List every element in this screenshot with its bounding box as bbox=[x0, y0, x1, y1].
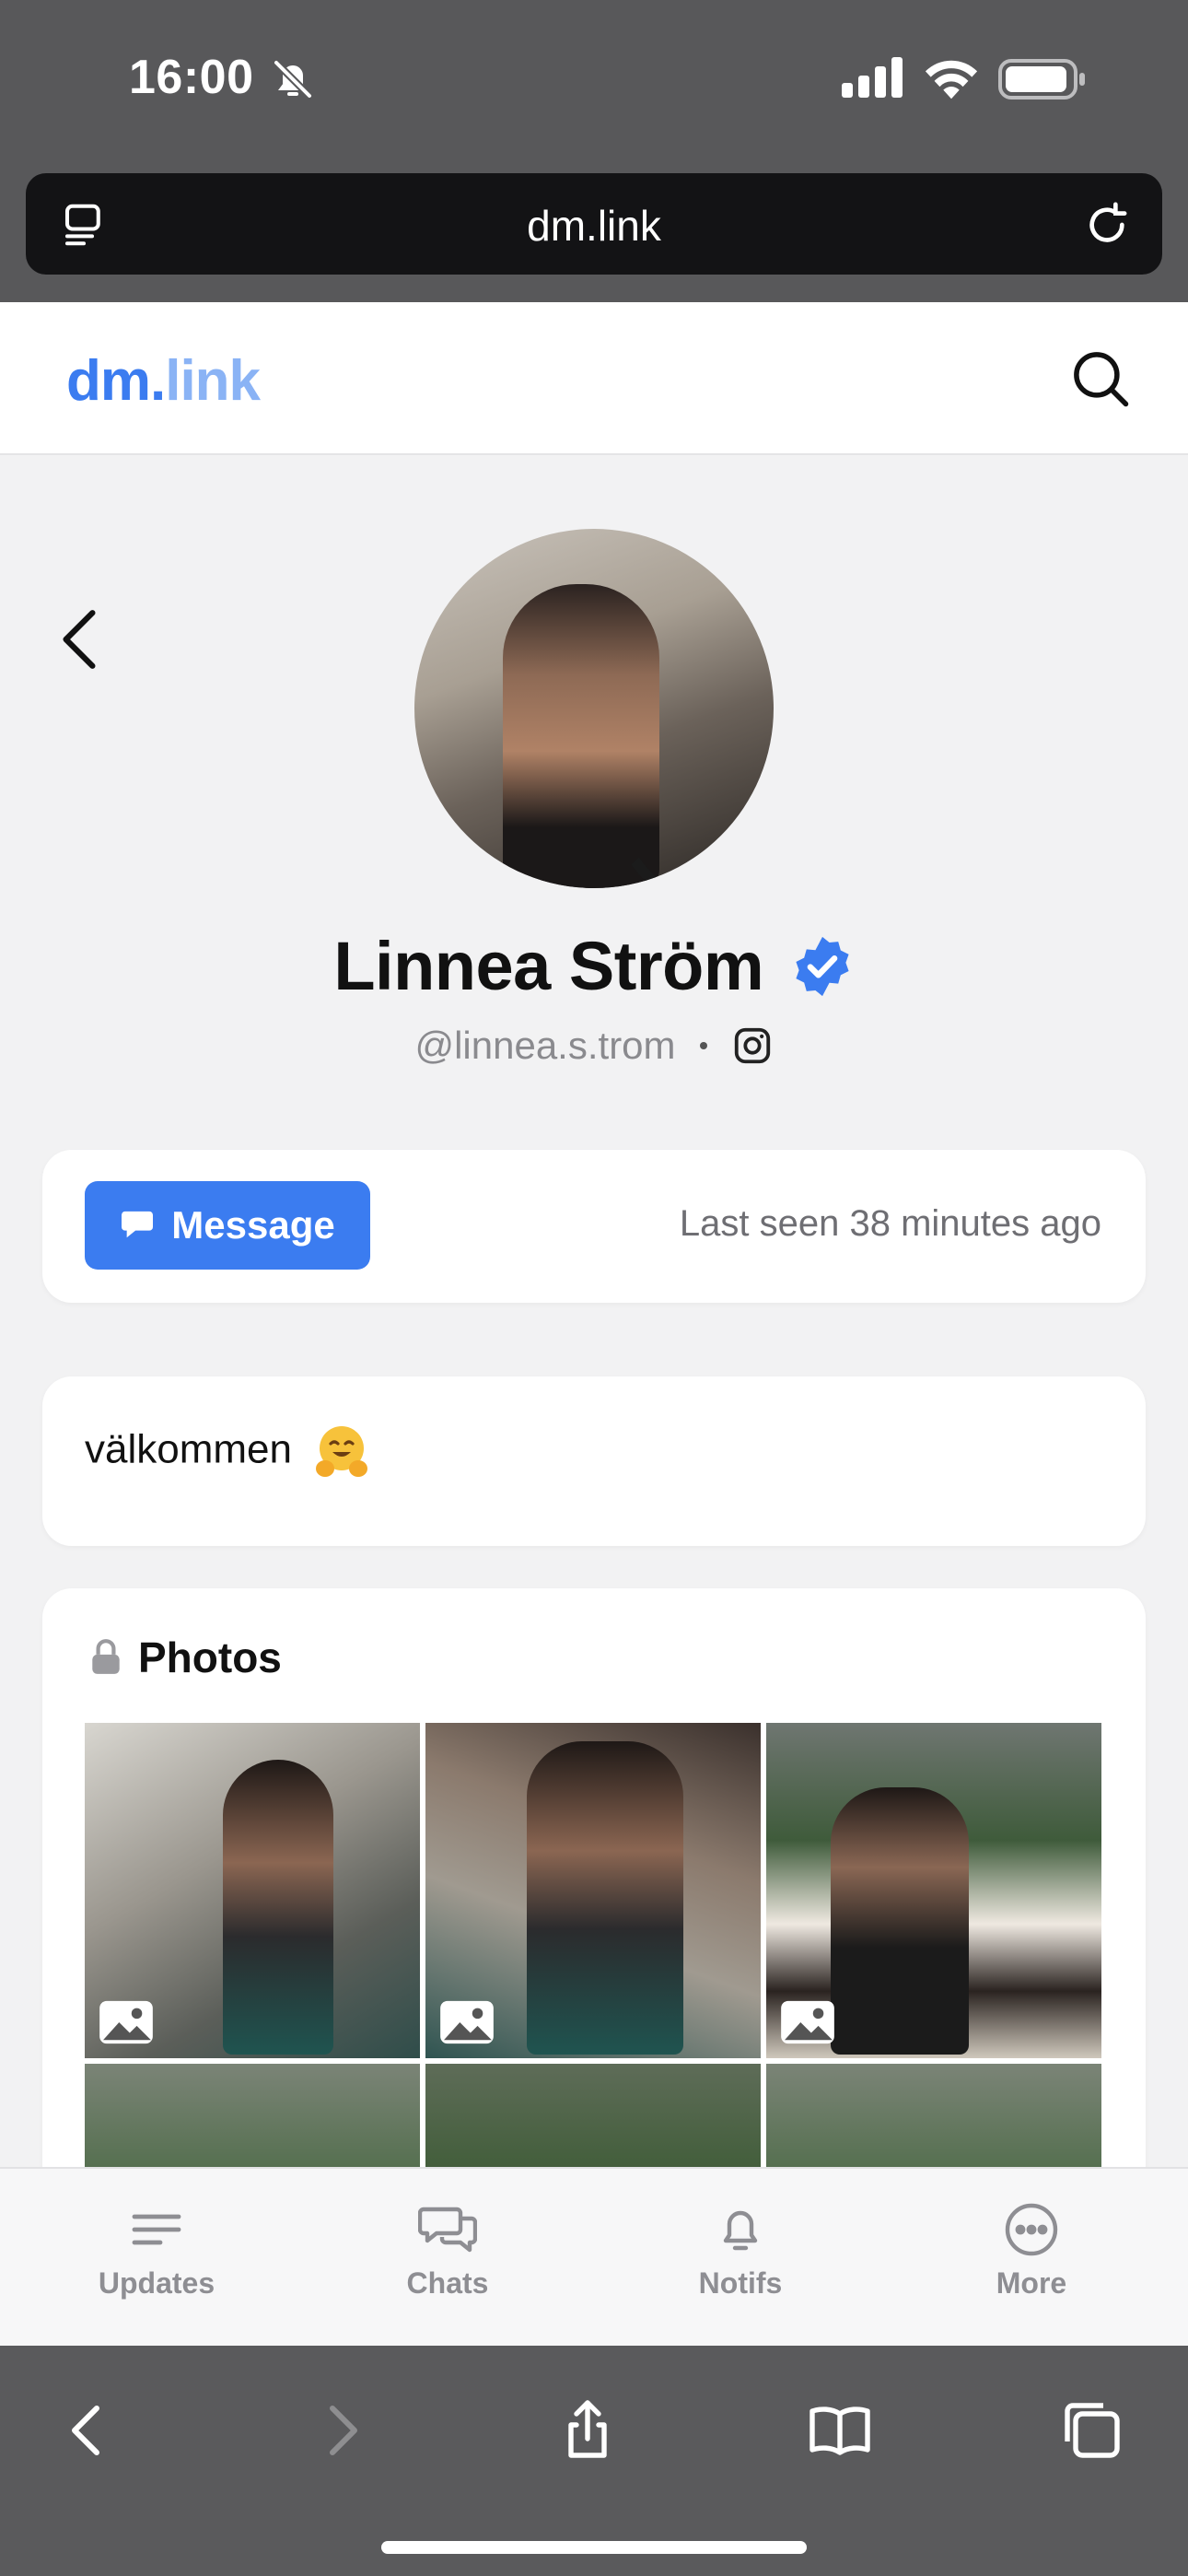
photo-tile[interactable] bbox=[766, 1723, 1101, 2058]
bookmarks-icon[interactable] bbox=[807, 2397, 873, 2464]
tab-label: Notifs bbox=[698, 2266, 783, 2300]
site-logo[interactable]: dm.link bbox=[66, 348, 261, 414]
photo-figure bbox=[831, 1787, 969, 2055]
photos-heading: Photos bbox=[90, 1633, 282, 1682]
profile-handle-row: @linnea.s.trom bbox=[0, 1021, 1188, 1068]
profile-name: Linnea Ström bbox=[333, 928, 764, 1004]
photo-figure bbox=[223, 1760, 333, 2055]
bio-text: välkommen bbox=[85, 1426, 292, 1472]
home-indicator bbox=[381, 2541, 807, 2554]
photo-tile[interactable] bbox=[425, 1723, 761, 2058]
battery-icon bbox=[998, 59, 1085, 100]
image-type-icon bbox=[99, 2000, 153, 2044]
image-type-icon bbox=[781, 2000, 834, 2044]
message-button[interactable]: Message bbox=[85, 1181, 370, 1270]
wifi-icon bbox=[925, 60, 978, 100]
message-card: Message Last seen 38 minutes ago bbox=[42, 1150, 1146, 1303]
tab-label: Updates bbox=[98, 2266, 215, 2300]
chat-bubble-icon bbox=[122, 1211, 154, 1238]
avatar-mirror-frame bbox=[589, 529, 774, 888]
bio-card: välkommen bbox=[42, 1376, 1146, 1546]
page: 16:00 dm.link dm.link Linnea Ström @linn… bbox=[0, 0, 1188, 2576]
address-bar[interactable]: dm.link bbox=[26, 173, 1162, 275]
back-chevron-icon[interactable] bbox=[57, 608, 101, 671]
browser-forward-icon[interactable] bbox=[308, 2397, 374, 2464]
reload-icon[interactable] bbox=[1081, 197, 1133, 252]
url-text[interactable]: dm.link bbox=[26, 201, 1162, 251]
photos-title: Photos bbox=[138, 1633, 282, 1681]
last-seen-status: Last seen 38 minutes ago bbox=[679, 1203, 1101, 1244]
more-dots-icon bbox=[1005, 2203, 1058, 2256]
lock-icon bbox=[92, 1639, 120, 1674]
status-time: 16:00 bbox=[129, 51, 254, 104]
browser-back-icon[interactable] bbox=[55, 2397, 122, 2464]
search-icon[interactable] bbox=[1070, 348, 1131, 409]
bell-mute-icon bbox=[273, 59, 313, 100]
bell-icon bbox=[723, 2210, 758, 2251]
tab-label: More bbox=[996, 2266, 1067, 2300]
app-tab-bar: Updates Chats Notifs More bbox=[0, 2167, 1188, 2346]
photo-tile[interactable] bbox=[85, 1723, 420, 2058]
profile-name-row: Linnea Ström bbox=[0, 927, 1188, 1010]
hugging-face-emoji-icon bbox=[316, 1426, 368, 1477]
share-icon[interactable] bbox=[554, 2397, 621, 2464]
message-button-label: Message bbox=[171, 1203, 335, 1247]
tab-label: Chats bbox=[406, 2266, 489, 2300]
tab-chats[interactable]: Chats bbox=[355, 2202, 540, 2301]
verified-badge-icon bbox=[796, 936, 849, 996]
separator-dot bbox=[699, 1041, 707, 1049]
browser-toolbar bbox=[0, 2346, 1188, 2576]
tabs-icon[interactable] bbox=[1059, 2397, 1125, 2464]
instagram-icon[interactable] bbox=[731, 1025, 774, 1067]
cellular-signal-icon bbox=[842, 57, 903, 98]
menu-lines-icon bbox=[132, 2214, 181, 2245]
status-and-url-area: 16:00 dm.link bbox=[0, 0, 1188, 302]
profile-handle[interactable]: @linnea.s.trom bbox=[414, 1024, 675, 1067]
bio-text-row: välkommen bbox=[85, 1423, 371, 1481]
tab-updates[interactable]: Updates bbox=[64, 2202, 249, 2301]
profile-avatar bbox=[414, 529, 774, 888]
tab-notifs[interactable]: Notifs bbox=[648, 2202, 833, 2301]
image-type-icon bbox=[440, 2000, 494, 2044]
site-header: dm.link bbox=[0, 302, 1188, 455]
chat-bubbles-icon bbox=[418, 2207, 477, 2253]
tab-more[interactable]: More bbox=[939, 2202, 1124, 2301]
photo-figure bbox=[527, 1741, 683, 2055]
